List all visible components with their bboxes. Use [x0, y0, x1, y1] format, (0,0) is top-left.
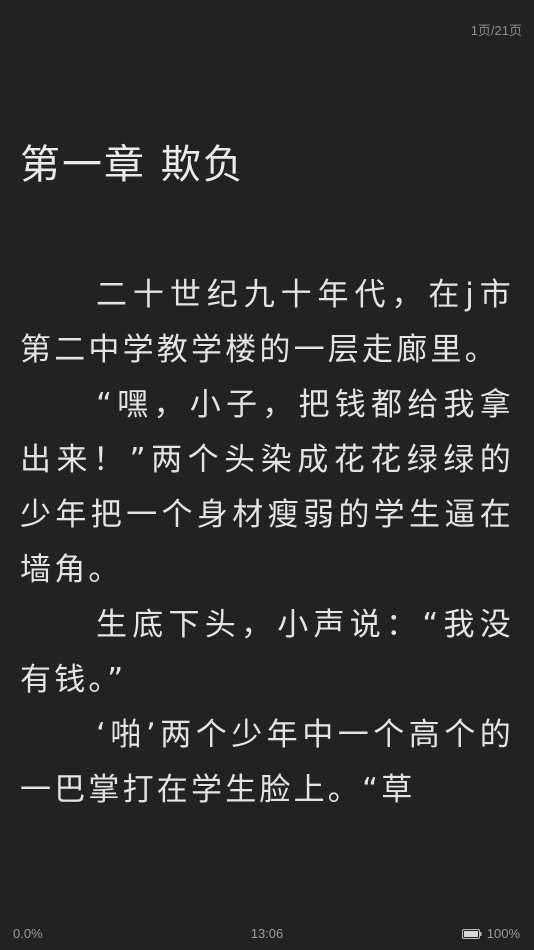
battery-status: 100%	[461, 926, 520, 941]
battery-full-icon	[461, 928, 482, 939]
page-indicator: 1页/21页	[470, 23, 522, 38]
chapter-title: 第一章 欺负	[20, 142, 245, 188]
battery-percent: 100%	[486, 926, 520, 941]
clock: 13:06	[250, 926, 284, 941]
status-bar: 0.0% 13:06 100%	[0, 916, 534, 950]
paragraph: ‘啪’两个少年中一个高个的一巴掌打在学生脸上。“草	[20, 717, 514, 808]
paragraph: 二十世纪九十年代，在j市第二中学教学楼的一层走廊里。	[20, 277, 514, 368]
reading-content[interactable]: 二十世纪九十年代，在j市第二中学教学楼的一层走廊里。 “嘿，小子，把钱都给我拿出…	[20, 268, 514, 888]
paragraph: 生底下头，小声说：“我没有钱。”	[20, 607, 514, 698]
paragraph: “嘿，小子，把钱都给我拿出来！”两个头染成花花绿绿的少年把一个身材瘦弱的学生逼在…	[20, 387, 514, 588]
